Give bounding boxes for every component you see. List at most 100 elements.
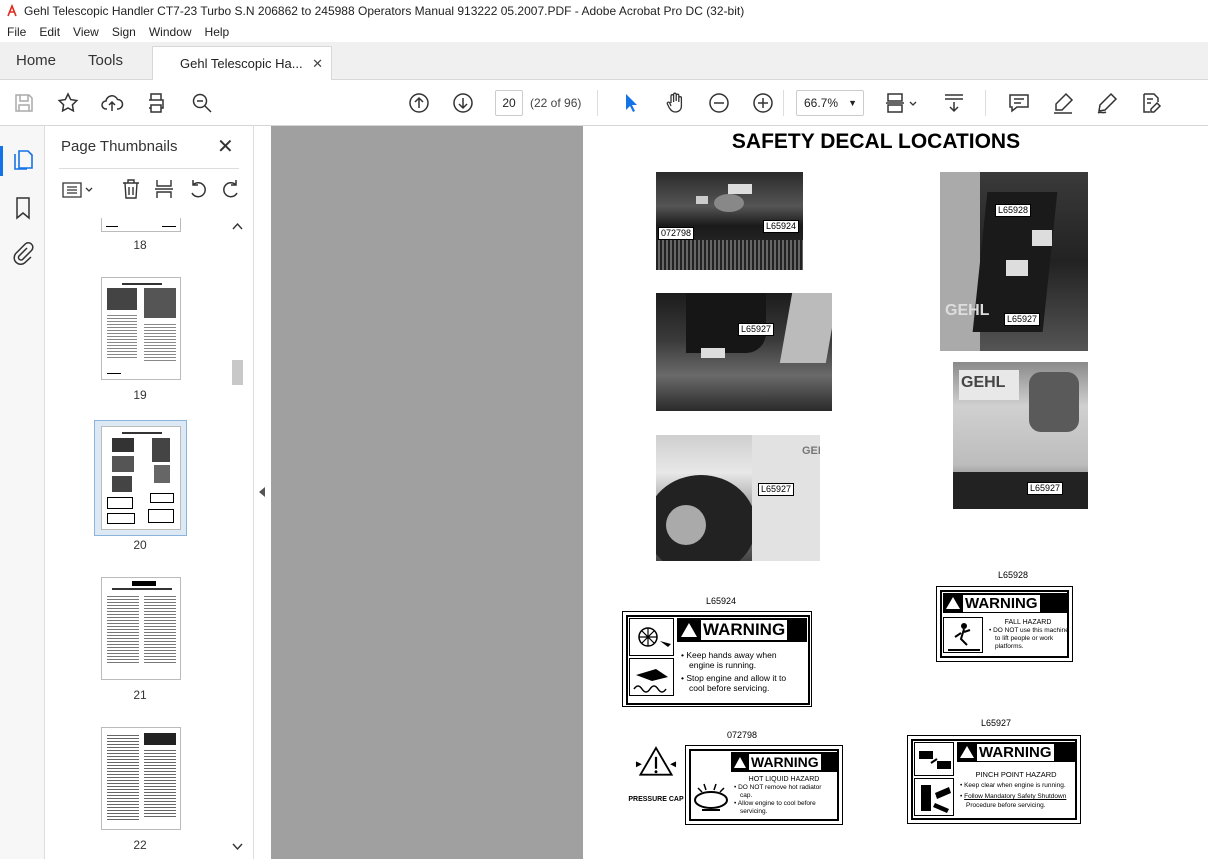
toolbar-divider (985, 90, 986, 116)
warning-title: WARNING (977, 743, 1054, 761)
decal-line: Keep clear when engine is running. (964, 782, 1066, 789)
rotate-clockwise-icon[interactable] (220, 178, 242, 200)
page-number-input[interactable]: 20 (495, 90, 523, 116)
hand-tool-icon[interactable] (663, 91, 687, 115)
decal-line: Stop engine and allow it to (686, 673, 787, 683)
panel-title: Page Thumbnails (61, 138, 178, 155)
warning-banner: WARNING (957, 742, 1075, 762)
thumbnail-label: 22 (133, 838, 147, 852)
fan-hazard-icon (629, 618, 674, 656)
draw-pen-icon[interactable] (1095, 91, 1119, 115)
selection-indicator (0, 146, 3, 176)
highlight-pen-icon[interactable] (1051, 91, 1075, 115)
panel-divider (59, 168, 239, 169)
thumbnail-options-icon[interactable] (61, 180, 97, 200)
attachments-icon[interactable] (12, 242, 34, 266)
photo-logo-text: GEHL (961, 374, 1006, 391)
thumbnail-label: 21 (133, 688, 147, 702)
menu-view[interactable]: View (66, 25, 105, 39)
pinch-hazard-icon (914, 742, 954, 776)
warning-banner: WARNING (943, 593, 1068, 613)
hazard-title: HOT LIQUID HAZARD (748, 776, 820, 783)
decal-line: servicing. (740, 808, 768, 815)
thumbnail-scrollbar[interactable] (230, 218, 245, 858)
decal-line: cool before servicing. (689, 683, 770, 693)
menu-bar: File Edit View Sign Window Help (0, 22, 1208, 42)
decal-callout: 072798 (658, 227, 695, 240)
select-cursor-icon[interactable] (619, 91, 643, 115)
left-rail (0, 126, 45, 859)
collapse-panel-icon[interactable] (258, 486, 266, 498)
decal-text: HOT LIQUID HAZARD • DO NOT remove hot ra… (734, 776, 834, 816)
thumbnail-label: 18 (133, 238, 147, 252)
photo-wheel-area: GEH L65927 (656, 435, 820, 561)
fill-sign-icon[interactable] (1139, 91, 1163, 115)
pressure-cap-decal: PRESSURE CAP (625, 745, 687, 807)
comment-icon[interactable] (1007, 91, 1031, 115)
thumbnail-page-20[interactable] (101, 426, 181, 530)
photo-cab-front: GEHL L65927 (953, 362, 1088, 509)
previous-page-icon[interactable] (407, 91, 431, 115)
upload-cloud-icon[interactable] (100, 91, 124, 115)
zoom-out-icon[interactable] (707, 91, 731, 115)
hot-surface-icon (629, 658, 674, 696)
save-icon[interactable] (12, 91, 36, 115)
decal-callout: L65927 (758, 483, 795, 496)
thumbnail-page-21[interactable] (101, 577, 181, 680)
warning-title: WARNING (963, 594, 1040, 612)
tab-home[interactable]: Home (16, 42, 56, 80)
decal-callout: L65928 (995, 204, 1032, 217)
tab-tools[interactable]: Tools (88, 42, 123, 80)
warning-banner: WARNING (731, 752, 837, 772)
print-icon[interactable] (144, 91, 168, 115)
close-panel-icon[interactable]: ✕ (217, 134, 234, 159)
decal-line: Follow Mandatory Safety Shutdown (964, 793, 1067, 800)
photo-boom-front: GEHL L65928 L65927 (940, 172, 1088, 351)
next-page-icon[interactable] (451, 91, 475, 115)
tab-bar: Home Tools Gehl Telescopic Ha... ✕ (0, 42, 1208, 81)
decal-code-label: 072798 (727, 730, 758, 740)
tab-document[interactable]: Gehl Telescopic Ha... ✕ (152, 46, 332, 81)
scroll-up-icon[interactable] (232, 222, 243, 231)
hot-liquid-icon (692, 776, 730, 816)
close-tab-icon[interactable]: ✕ (312, 47, 323, 81)
scroll-mode-icon[interactable] (942, 91, 966, 115)
decal-code-label: L65927 (981, 718, 1012, 728)
decal-line: DO NOT remove hot radiator (738, 784, 822, 791)
decal-line: platforms. (995, 643, 1024, 650)
extract-page-icon[interactable] (153, 178, 175, 200)
thumbnail-label: 19 (133, 388, 147, 402)
bookmarks-icon[interactable] (13, 196, 33, 220)
thumbnail-page-22[interactable] (101, 727, 181, 830)
menu-sign[interactable]: Sign (105, 25, 142, 39)
decal-hot-liquid-warning: WARNING HOT LIQUID HAZARD • DO NOT remov… (685, 745, 843, 825)
page-layout-icon[interactable] (884, 91, 920, 115)
zoom-search-icon[interactable] (190, 91, 214, 115)
zoom-select[interactable]: 66.7% ▼ (796, 90, 864, 116)
toolbar-divider (597, 90, 598, 116)
panel-splitter[interactable] (253, 126, 271, 859)
toolbar-divider (783, 90, 784, 116)
pressure-cap-label: PRESSURE CAP (628, 796, 684, 803)
delete-page-icon[interactable] (120, 178, 142, 200)
decal-line: Procedure before servicing. (966, 802, 1046, 809)
menu-help[interactable]: Help (198, 25, 236, 39)
warning-banner: WARNING (677, 618, 807, 642)
fall-hazard-icon (943, 617, 983, 653)
scrollbar-thumb[interactable] (232, 360, 243, 385)
decal-line: engine is running. (689, 660, 757, 670)
page-thumbnails-icon[interactable] (12, 148, 34, 172)
zoom-in-icon[interactable] (751, 91, 775, 115)
thumbnail-page-19[interactable] (101, 277, 181, 380)
decal-line: cap. (740, 792, 753, 799)
decal-line: Allow engine to cool before (737, 800, 816, 807)
rotate-counterclockwise-icon[interactable] (187, 178, 209, 200)
hazard-title: FALL HAZARD (1004, 619, 1052, 626)
scroll-down-icon[interactable] (232, 842, 243, 851)
thumbnail-page-18[interactable] (101, 218, 181, 232)
bookmark-star-icon[interactable] (56, 91, 80, 115)
menu-window[interactable]: Window (142, 25, 198, 39)
menu-file[interactable]: File (0, 25, 32, 39)
menu-edit[interactable]: Edit (32, 25, 66, 39)
pressure-cap-icon (635, 746, 677, 776)
